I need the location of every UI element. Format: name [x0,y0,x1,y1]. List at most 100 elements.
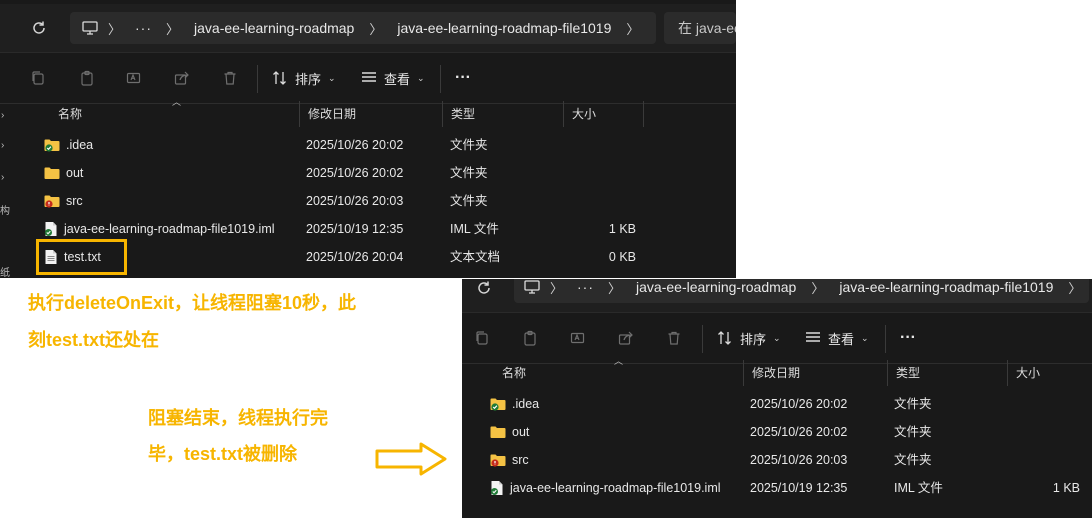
file-row[interactable]: src 2025/10/26 20:03 文件夹 [24,187,736,215]
file-name: .idea [512,397,540,411]
chevron-right-icon[interactable]: 〉 [620,19,645,38]
copy-button[interactable] [24,64,52,92]
column-header-name[interactable]: 名称 [50,101,300,127]
chevron-right-icon[interactable]: 〉 [602,279,627,297]
file-row[interactable]: .idea 2025/10/26 20:02 文件夹 [470,390,1092,418]
sort-button[interactable]: 排序 ⌄ [272,63,336,93]
share-icon [174,71,189,85]
file-size: 1 KB [1052,481,1080,495]
paste-button[interactable] [516,324,544,352]
file-date: 2025/10/26 20:02 [750,425,848,439]
sort-label: 排序 [295,71,322,87]
delete-button[interactable] [216,64,244,92]
folder-check-icon [44,139,60,152]
file-row[interactable]: java-ee-learning-roadmap-file1019.iml 20… [470,474,1092,502]
view-button[interactable]: 查看 ⌄ [805,323,869,353]
file-date: 2025/10/19 12:35 [306,222,404,236]
file-name: java-ee-learning-roadmap-file1019.iml [510,481,721,495]
file-row[interactable]: out 2025/10/26 20:02 文件夹 [24,159,736,187]
copy-button[interactable] [468,324,496,352]
rename-icon [126,72,141,84]
view-button[interactable]: 查看 ⌄ [361,63,425,93]
file-date: 2025/10/19 12:35 [750,481,848,495]
delete-button[interactable] [660,324,688,352]
chevron-down-icon: ⌄ [773,332,781,343]
chevron-right-icon: › [1,110,5,121]
share-button[interactable] [168,64,196,92]
file-type: 文件夹 [894,453,932,467]
breadcrumb-item-roadmap[interactable]: java-ee-learning-roadmap [627,279,805,295]
column-header-date[interactable]: 修改日期 [744,360,888,386]
file-type: IML 文件 [894,481,943,495]
column-header-name[interactable]: 名称 [494,360,744,386]
breadcrumb-item-file1019[interactable]: java-ee-learning-roadmap-file1019 [830,279,1062,295]
file-date: 2025/10/26 20:03 [306,194,404,208]
breadcrumb-overflow-button[interactable]: ··· [127,20,160,36]
file-size [1018,446,1080,474]
chevron-right-icon: › [1,172,5,183]
column-header-size[interactable]: 大小 [564,101,644,127]
command-bar: 排序 ⌄ 查看 ⌄ ··· [462,312,1092,364]
file-type: 文本文档 [450,250,501,264]
refresh-button[interactable] [470,279,498,302]
folder-warning-icon [490,454,506,467]
rename-button[interactable] [564,324,592,352]
file-row-test-txt[interactable]: test.txt 2025/10/26 20:04 文本文档 0 KB [24,243,736,271]
file-row[interactable]: .idea 2025/10/26 20:02 文件夹 [24,131,736,159]
file-size: 1 KB [608,222,636,236]
column-header-row: ︿ 名称 修改日期 类型 大小 [468,356,1092,386]
breadcrumb-overflow-button[interactable]: ··· [569,279,602,295]
column-header-size[interactable]: 大小 [1008,360,1092,386]
folder-icon [490,426,506,438]
chevron-right-icon[interactable]: 〉 [544,279,569,297]
sort-icon [273,71,286,85]
breadcrumb: 〉 ··· 〉 java-ee-learning-roadmap 〉 java-… [70,12,656,44]
rename-button[interactable] [120,64,148,92]
column-header-date[interactable]: 修改日期 [300,101,443,127]
chevron-right-icon[interactable]: 〉 [102,19,127,38]
more-options-button[interactable]: ··· [455,63,471,93]
chevron-right-icon[interactable]: 〉 [1062,279,1087,297]
breadcrumb-item-roadmap[interactable]: java-ee-learning-roadmap [185,20,363,36]
file-name: out [66,166,84,180]
explorer-window-after: 〉 ··· 〉 java-ee-learning-roadmap 〉 java-… [462,279,1092,518]
share-button[interactable] [612,324,640,352]
file-name: out [512,425,530,439]
address-bar-row: 〉 ··· 〉 java-ee-learning-roadmap 〉 java-… [0,4,736,52]
this-pc-icon[interactable] [514,280,544,294]
copy-icon [32,71,44,85]
column-header-type[interactable]: 类型 [888,360,1008,386]
file-date: 2025/10/26 20:03 [750,453,848,467]
folder-icon [44,167,60,179]
file-type: 文件夹 [450,194,488,208]
chevron-right-icon[interactable]: 〉 [160,19,185,38]
file-type: 文件夹 [894,425,932,439]
file-row[interactable]: out 2025/10/26 20:02 文件夹 [470,418,1092,446]
more-options-button[interactable]: ··· [900,323,916,353]
file-name: src [66,194,83,208]
file-size [1018,418,1080,446]
refresh-button[interactable] [25,14,53,42]
sort-button[interactable]: 排序 ⌄ [717,323,781,353]
search-input[interactable]: 在 java-ee [664,12,736,44]
column-header-type[interactable]: 类型 [443,101,564,127]
chevron-right-icon[interactable]: 〉 [363,19,388,38]
share-icon [618,331,633,345]
view-label: 查看 [384,71,411,87]
rename-icon [570,332,585,344]
chevron-right-icon[interactable]: 〉 [805,279,830,297]
file-row[interactable]: src 2025/10/26 20:03 文件夹 [470,446,1092,474]
navigation-pane-edge: › › › 构 纸 [0,100,12,278]
iml-file-icon [45,222,57,236]
file-size [570,131,636,159]
refresh-icon [478,281,490,294]
refresh-icon [33,21,45,34]
file-row[interactable]: java-ee-learning-roadmap-file1019.iml 20… [24,215,736,243]
file-size [570,187,636,215]
arrow-right-icon [375,442,447,476]
paste-button[interactable] [73,64,101,92]
breadcrumb-item-file1019[interactable]: java-ee-learning-roadmap-file1019 [388,20,620,36]
file-type: 文件夹 [894,397,932,411]
this-pc-icon[interactable] [70,21,102,35]
toolbar-divider [440,65,441,93]
